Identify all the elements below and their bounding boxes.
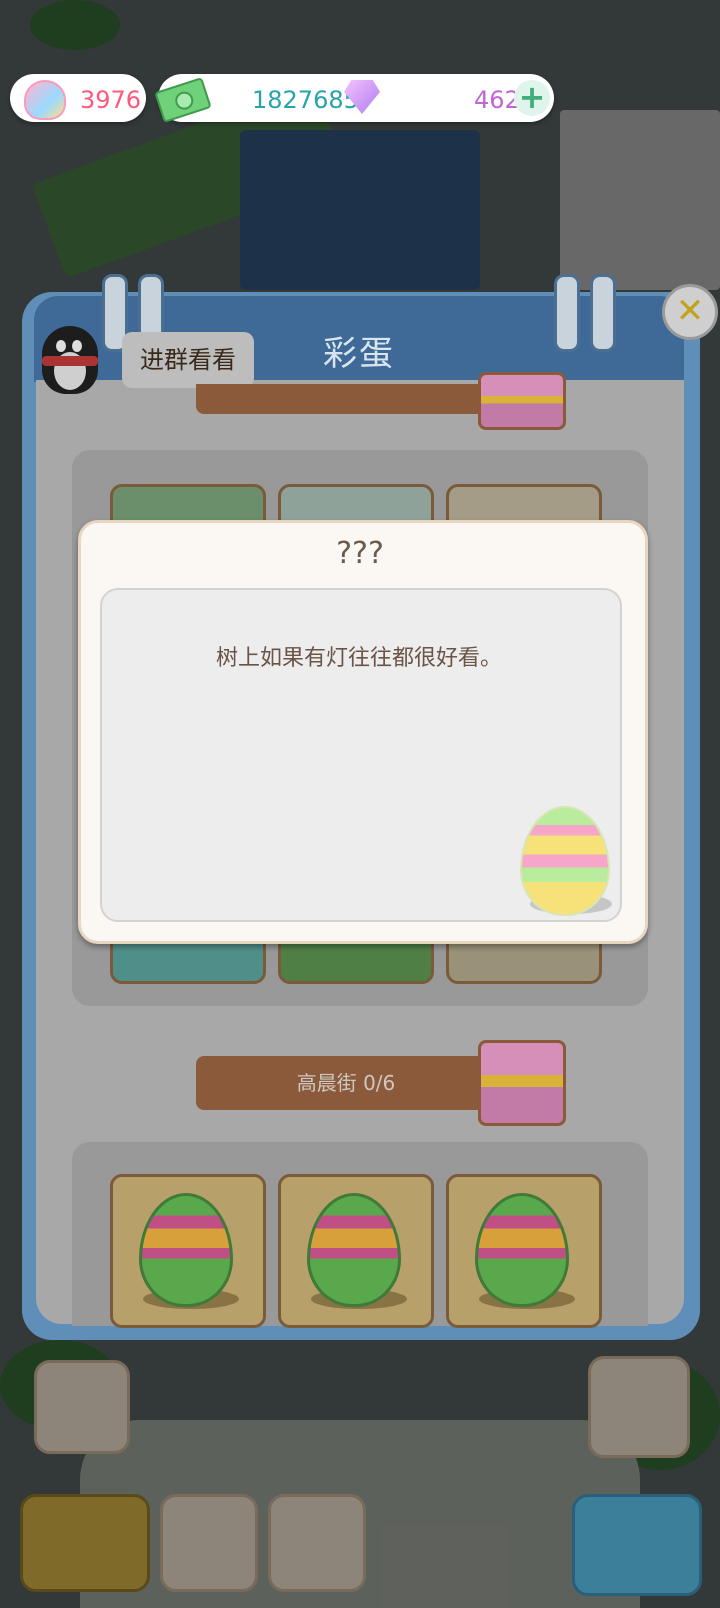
build-helmet-button[interactable] xyxy=(20,1494,150,1592)
gift-icon[interactable] xyxy=(478,372,566,430)
egg-tile[interactable] xyxy=(446,1174,602,1328)
section-label: 高晨街 0/6 xyxy=(296,1071,396,1095)
close-button[interactable]: ✕ xyxy=(662,284,718,340)
shells-value: 3976 xyxy=(80,86,142,114)
binder-ring xyxy=(590,274,616,352)
shells-counter: 3976 xyxy=(10,74,146,122)
cash-icon xyxy=(154,77,212,123)
egg-tile[interactable] xyxy=(278,1174,434,1328)
cash-value: 1827685 xyxy=(252,86,359,114)
toolbox-button[interactable] xyxy=(160,1494,258,1592)
easter-egg-icon xyxy=(307,1193,401,1307)
clipboard-button[interactable] xyxy=(268,1494,366,1592)
dialog-message: 树上如果有灯往往都很好看。 xyxy=(215,646,502,671)
section-bar: 高晨街 0/6 xyxy=(196,1056,496,1110)
gems-value: 462 xyxy=(474,86,520,114)
gift-icon[interactable] xyxy=(478,1040,566,1126)
section-bar xyxy=(196,384,496,414)
cash-gems-counter: 1827685 462 + xyxy=(154,74,554,123)
announcer-button[interactable] xyxy=(572,1494,702,1596)
shop-cart-button[interactable] xyxy=(34,1360,130,1454)
easter-egg-icon xyxy=(475,1193,569,1307)
binder-ring xyxy=(554,274,580,352)
penguin-icon[interactable] xyxy=(36,322,104,402)
bucket-button[interactable] xyxy=(588,1356,690,1458)
dialog-title: ??? xyxy=(336,536,384,571)
egg-tile[interactable] xyxy=(110,1174,266,1328)
easter-egg-icon xyxy=(139,1193,233,1307)
shell-icon xyxy=(24,80,66,120)
add-gems-button[interactable]: + xyxy=(514,80,550,116)
join-group-button[interactable]: 进群看看 xyxy=(122,332,254,388)
